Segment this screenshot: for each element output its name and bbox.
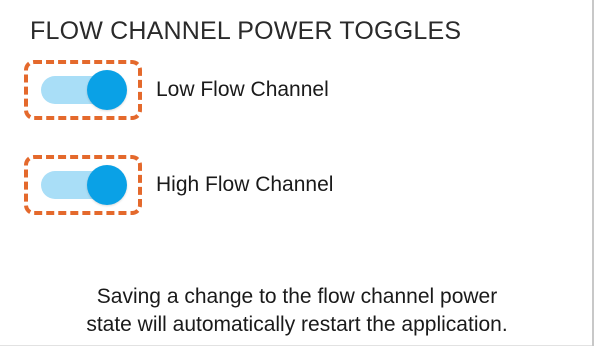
flow-channel-panel: FLOW CHANNEL POWER TOGGLES Low Flow Chan… — [0, 0, 594, 346]
switch-thumb — [87, 165, 127, 205]
high-flow-channel-label: High Flow Channel — [156, 173, 334, 196]
restart-notice: Saving a change to the flow channel powe… — [0, 283, 594, 339]
low-flow-channel-switch[interactable] — [39, 70, 127, 110]
low-flow-toggle-row: Low Flow Channel — [24, 60, 329, 120]
panel-title: FLOW CHANNEL POWER TOGGLES — [30, 17, 462, 45]
low-flow-channel-label: Low Flow Channel — [156, 78, 329, 101]
low-flow-highlight — [24, 60, 142, 120]
notice-line-1: Saving a change to the flow channel powe… — [96, 285, 498, 308]
notice-line-2: state will automatically restart the app… — [86, 313, 508, 336]
high-flow-toggle-row: High Flow Channel — [24, 155, 333, 215]
high-flow-channel-switch[interactable] — [39, 165, 127, 205]
switch-thumb — [87, 70, 127, 110]
high-flow-highlight — [24, 155, 142, 215]
